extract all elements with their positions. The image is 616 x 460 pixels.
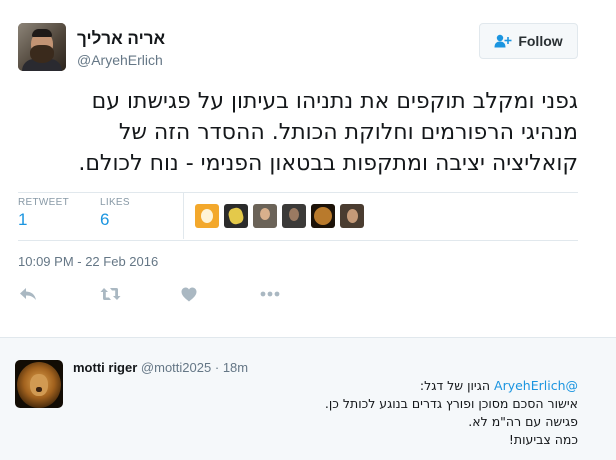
like-heart-icon [181,287,197,301]
more-dots-icon [260,291,280,297]
reply-text-line: אישור הסכם מסוכן ופורץ גדרים בנוגע לכותל… [324,396,578,411]
reply-mention-link[interactable]: @AryehErlich [494,378,578,393]
follow-button[interactable]: Follow [479,23,578,59]
reply-text-first-rest: הגיון של דגל: [419,378,495,393]
tweet-text-line: מנהיגי הרפורמים וחלוקת הכותל. ההסדר הזה … [118,120,578,145]
tweet-timestamp[interactable]: 10:09 PM - 22 Feb 2016 [18,254,158,269]
liker-avatar[interactable] [224,204,248,228]
tweet-card: אריה ארליך @AryehErlich Follow גפני ומקל… [0,0,616,337]
liker-avatar[interactable] [195,204,219,228]
divider [18,240,578,241]
likes-stat[interactable]: LIKES 6 [100,197,130,230]
reply-author-name[interactable]: motti riger [73,360,137,375]
author-handle[interactable]: @AryehErlich [77,51,165,69]
reply-author-avatar[interactable] [15,360,63,408]
follow-user-plus-icon [494,34,512,48]
reply-text-line: @AryehErlich הגיון של דגל: [325,377,578,395]
reply-icon [20,288,36,300]
tweet-text: גפני ומקלב תוקפים את נתניהו בעיתון על פג… [22,86,578,179]
liker-avatar[interactable] [282,204,306,228]
liker-avatar[interactable] [340,204,364,228]
reply-author-handle[interactable]: @motti2025 [141,360,211,375]
likes-stat-count: 6 [100,210,110,229]
stat-divider [183,193,184,239]
reply-text: @AryehErlich הגיון של דגל: אישור הסכם מס… [325,377,578,449]
reply-text-line: כמה צביעות! [508,432,578,447]
retweet-stat-count: 1 [18,210,28,229]
follow-button-label: Follow [518,33,563,49]
likes-stat-label: LIKES [100,197,130,208]
tweet-text-line: גפני ומקלב תוקפים את נתניהו בעיתון על פג… [91,89,578,114]
reply-button[interactable] [19,285,37,303]
retweet-icon [100,288,121,300]
reply-header: motti riger @motti2025 · 18m [73,360,248,375]
tweet-text-line: קואליציה יציבה ומתקפות בבטאון הפנימי - נ… [78,151,578,176]
reply-timestamp[interactable]: 18m [223,360,248,375]
author-display-name[interactable]: אריה ארליך [77,29,165,49]
more-button[interactable] [260,285,280,303]
like-button[interactable] [181,285,197,303]
reply-separator: · [214,360,220,375]
divider [18,192,578,193]
retweet-stat-label: RETWEET [18,197,69,208]
reply-text-line: פגישה עם רה"מ לא. [468,414,578,429]
author-info: אריה ארליך @AryehErlich [77,29,165,69]
retweet-button[interactable] [100,285,121,303]
retweet-stat[interactable]: RETWEET 1 [18,197,69,230]
liker-avatar[interactable] [311,204,335,228]
likers-avatars [195,204,364,228]
author-avatar[interactable] [18,23,66,71]
liker-avatar[interactable] [253,204,277,228]
